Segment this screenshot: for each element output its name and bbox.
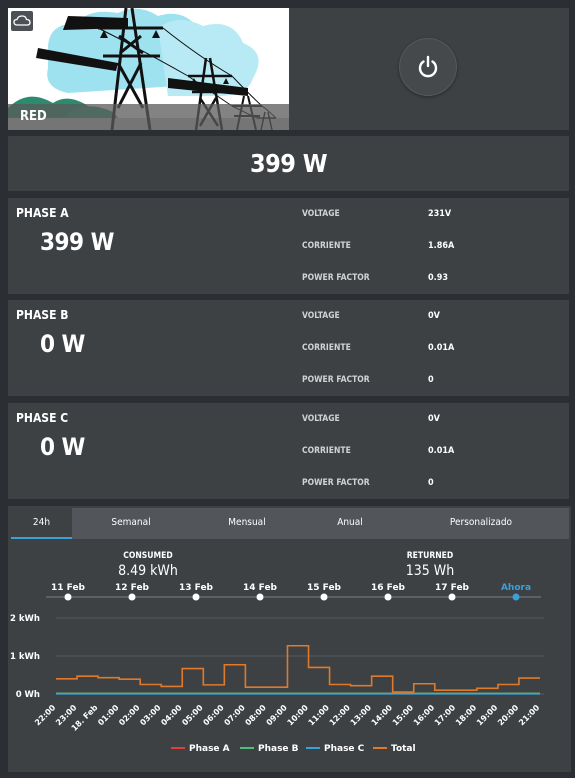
voltage-label: VOLTAGE [302,209,340,219]
x-tick-label: 15:00 [391,703,416,728]
power-factor-value: 0 [428,375,434,385]
phase-title: PHASE C [16,411,69,425]
cloud-icon[interactable] [11,11,33,31]
phase-power-value: 0 W [40,330,85,358]
timeline-dot[interactable] [448,593,456,601]
network-name: RED [20,109,47,124]
y-tick-label: 1 kWh [10,652,40,662]
power-factor-value: 0.93 [428,273,448,283]
timeline-label[interactable]: 12 Feb [115,583,150,593]
current-value: 1.86A [428,241,455,251]
x-tick-label: 04:00 [159,703,184,728]
current-value: 0.01A [428,343,455,353]
voltage-value: 0V [428,311,440,321]
network-image: RED [8,8,289,130]
y-tick-label: 2 kWh [10,614,40,624]
power-factor-label: POWER FACTOR [302,375,370,385]
power-button[interactable] [399,38,457,96]
x-tick-label: 08:00 [243,703,268,728]
timeline-dot[interactable] [128,593,136,601]
legend-item[interactable]: Phase A [189,744,230,754]
phase-power-value: 0 W [40,433,85,461]
current-label: CORRIENTE [302,446,351,456]
timeline-dot[interactable] [256,593,264,601]
energy-chart-card: 24h Semanal Mensual Anual Personalizado … [8,506,571,772]
x-tick-label: 22:00 [33,703,58,728]
x-tick-label: 18:00 [454,703,479,728]
x-tick-label: 05:00 [180,703,205,728]
phase-c-card: PHASE C 0 W VOLTAGE 0V CORRIENTE 0.01A P… [8,403,569,499]
timeline-dot[interactable] [320,593,328,601]
x-tick-label: 10:00 [286,703,311,728]
x-tick-label: 11:00 [307,703,332,728]
timeline-label[interactable]: 13 Feb [179,583,214,593]
x-tick-label: 07:00 [222,703,247,728]
voltage-label: VOLTAGE [302,311,340,321]
x-tick-label: 17:00 [433,703,458,728]
power-factor-label: POWER FACTOR [302,273,370,283]
timeline-label[interactable]: 17 Feb [435,583,470,593]
y-tick-label: 0 Wh [16,690,40,700]
image-caption: RED [8,104,289,130]
legend-item[interactable]: Phase B [258,744,299,754]
x-tick-label: 21:00 [517,703,542,728]
timeline-dot[interactable] [192,593,200,601]
timeline-label[interactable]: 16 Feb [371,583,406,593]
current-value: 0.01A [428,446,455,456]
legend-item[interactable]: Total [391,744,416,754]
timeline-label[interactable]: 11 Feb [51,583,86,593]
current-label: CORRIENTE [302,241,351,251]
voltage-value: 0V [428,414,440,424]
phase-title: PHASE A [16,206,69,220]
x-tick-label: 12:00 [328,703,353,728]
x-tick-label: 02:00 [117,703,142,728]
x-tick-label: 01:00 [96,703,121,728]
current-label: CORRIENTE [302,343,351,353]
timeline-dot[interactable] [512,593,520,601]
power-factor-value: 0 [428,478,434,488]
x-tick-label: 20:00 [496,703,521,728]
phase-a-card: PHASE A 399 W VOLTAGE 231V CORRIENTE 1.8… [8,198,569,294]
series-line-total [56,644,540,693]
power-factor-label: POWER FACTOR [302,478,370,488]
energy-chart: 11 Feb 12 Feb 13 Feb 14 Feb 15 Feb 16 Feb 17 F… [10,583,544,754]
phase-power-value: 399 W [40,228,114,256]
phase-b-card: PHASE B 0 W VOLTAGE 0V CORRIENTE 0.01A P… [8,300,569,396]
x-tick-label: 06:00 [201,703,226,728]
x-tick-label: 03:00 [138,703,163,728]
timeline-label[interactable]: 15 Feb [307,583,342,593]
power-icon [418,55,438,78]
x-tick-label: 13:00 [349,703,374,728]
x-tick-label: 19:00 [475,703,500,728]
voltage-value: 231V [428,209,452,219]
x-tick-label: 14:00 [370,703,395,728]
total-power-card: 399 W [8,136,569,191]
network-header-card: RED [8,8,569,130]
x-tick-label: 09:00 [265,703,290,728]
phase-title: PHASE B [16,308,69,322]
total-power-value: 399 W [249,149,328,178]
timeline-label[interactable]: 14 Feb [243,583,278,593]
timeline-label[interactable]: Ahora [501,583,531,593]
x-tick-label: 16:00 [412,703,437,728]
voltage-label: VOLTAGE [302,414,340,424]
legend-item[interactable]: Phase C [324,744,365,754]
timeline-dot[interactable] [384,593,392,601]
timeline-dot[interactable] [64,593,72,601]
